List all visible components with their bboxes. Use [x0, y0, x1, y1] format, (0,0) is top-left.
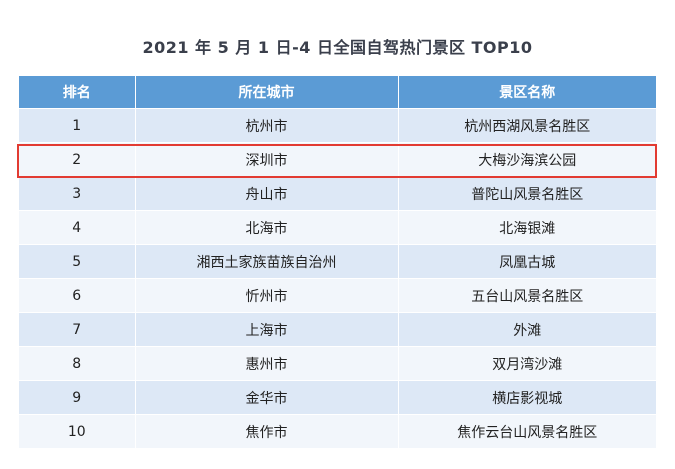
- cell-city: 金华市: [135, 380, 399, 415]
- cell-rank: 10: [19, 414, 136, 448]
- table-row: 2 深圳市 大梅沙海滨公园: [19, 142, 656, 177]
- cell-city: 上海市: [135, 312, 399, 347]
- table-row: 4 北海市 北海银滩: [19, 210, 656, 245]
- cell-rank: 2: [19, 142, 136, 177]
- cell-city: 杭州市: [135, 108, 399, 143]
- cell-city: 舟山市: [135, 176, 399, 211]
- cell-rank: 1: [19, 108, 136, 143]
- cell-rank: 8: [19, 346, 136, 381]
- cell-rank: 4: [19, 210, 136, 245]
- cell-scenic: 北海银滩: [398, 210, 656, 245]
- cell-scenic: 凤凰古城: [398, 244, 656, 279]
- header-scenic: 景区名称: [398, 76, 656, 109]
- cell-rank: 3: [19, 176, 136, 211]
- cell-scenic: 普陀山风景名胜区: [398, 176, 656, 211]
- cell-scenic: 大梅沙海滨公园: [398, 142, 656, 177]
- cell-rank: 5: [19, 244, 136, 279]
- table-row: 5 湘西土家族苗族自治州 凤凰古城: [19, 244, 656, 279]
- page: 2021 年 5 月 1 日-4 日全国自驾热门景区 TOP10 排名 所在城市…: [0, 0, 675, 469]
- cell-scenic: 双月湾沙滩: [398, 346, 656, 381]
- cell-scenic: 杭州西湖风景名胜区: [398, 108, 656, 143]
- table-header-row: 排名 所在城市 景区名称: [19, 76, 656, 109]
- cell-city: 惠州市: [135, 346, 399, 381]
- cell-rank: 6: [19, 278, 136, 313]
- cell-scenic: 横店影视城: [398, 380, 656, 415]
- table-row: 10 焦作市 焦作云台山风景名胜区: [19, 414, 656, 448]
- table-row: 7 上海市 外滩: [19, 312, 656, 347]
- cell-city: 湘西土家族苗族自治州: [135, 244, 399, 279]
- cell-rank: 7: [19, 312, 136, 347]
- header-rank: 排名: [19, 76, 136, 109]
- cell-city: 忻州市: [135, 278, 399, 313]
- cell-scenic: 五台山风景名胜区: [398, 278, 656, 313]
- table-row: 1 杭州市 杭州西湖风景名胜区: [19, 108, 656, 143]
- cell-scenic: 焦作云台山风景名胜区: [398, 414, 656, 448]
- cell-rank: 9: [19, 380, 136, 415]
- cell-city: 北海市: [135, 210, 399, 245]
- table-row: 9 金华市 横店影视城: [19, 380, 656, 415]
- table-row: 8 惠州市 双月湾沙滩: [19, 346, 656, 381]
- table-row: 6 忻州市 五台山风景名胜区: [19, 278, 656, 313]
- cell-scenic: 外滩: [398, 312, 656, 347]
- cell-city: 焦作市: [135, 414, 399, 448]
- ranking-table: 排名 所在城市 景区名称 1 杭州市 杭州西湖风景名胜区 2 深圳市 大梅沙海滨…: [19, 76, 656, 448]
- header-city: 所在城市: [135, 76, 399, 109]
- page-title: 2021 年 5 月 1 日-4 日全国自驾热门景区 TOP10: [142, 38, 533, 57]
- cell-city: 深圳市: [135, 142, 399, 177]
- table-row: 3 舟山市 普陀山风景名胜区: [19, 176, 656, 211]
